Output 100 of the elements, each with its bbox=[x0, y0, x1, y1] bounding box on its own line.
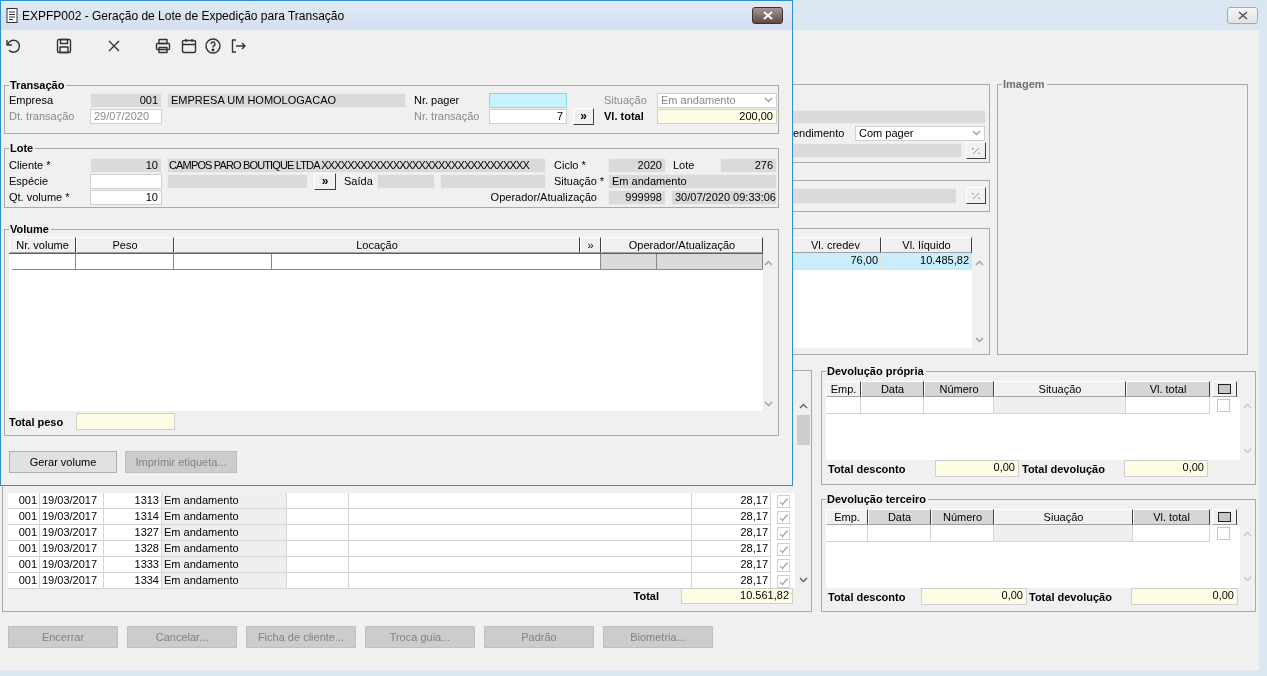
checkbox[interactable] bbox=[776, 574, 790, 588]
check-icon bbox=[777, 495, 789, 507]
table-cell: Em andamento bbox=[162, 493, 287, 509]
field-label: Qt. volume * bbox=[9, 191, 71, 203]
text-field[interactable] bbox=[76, 413, 175, 430]
chevron-up-icon bbox=[764, 260, 773, 266]
printer-icon[interactable] bbox=[154, 37, 172, 55]
text-field[interactable]: 0,00 bbox=[921, 588, 1027, 605]
column-header[interactable]: » bbox=[580, 237, 601, 253]
checkbox[interactable] bbox=[776, 542, 790, 556]
select-all-button[interactable] bbox=[1212, 381, 1237, 397]
column-header[interactable]: Siuação bbox=[994, 509, 1133, 525]
table-cell[interactable] bbox=[12, 254, 76, 270]
table-cell: 10.485,82 bbox=[881, 253, 972, 270]
table-cell: 001 bbox=[8, 573, 40, 589]
checkbox[interactable] bbox=[776, 494, 790, 508]
checkbox[interactable] bbox=[1217, 527, 1230, 540]
check-icon bbox=[777, 559, 789, 571]
checkbox[interactable] bbox=[1217, 399, 1230, 412]
field-label: Ciclo * bbox=[554, 159, 587, 171]
group-title: Devolução própria bbox=[827, 365, 924, 377]
field-label: Total devolução bbox=[1022, 462, 1106, 475]
help-icon[interactable] bbox=[204, 37, 222, 55]
table-cell: Em andamento bbox=[162, 541, 287, 557]
checkbox[interactable] bbox=[776, 510, 790, 524]
field-label: Total desconto bbox=[827, 590, 907, 603]
dropdown[interactable]: Com pager bbox=[855, 125, 985, 141]
table-cell: 19/03/2017 bbox=[40, 573, 104, 589]
lookup-button[interactable] bbox=[966, 187, 986, 204]
slash-dots-icon bbox=[971, 191, 981, 200]
group-title: Imagem bbox=[1003, 78, 1045, 90]
close-button[interactable] bbox=[752, 7, 783, 24]
close-button[interactable] bbox=[1227, 6, 1258, 24]
text-field[interactable]: 0,00 bbox=[1124, 460, 1208, 477]
table-cell bbox=[287, 573, 349, 589]
table-cell[interactable] bbox=[601, 254, 657, 270]
column-header[interactable]: Vl. total bbox=[1133, 509, 1210, 525]
text-field[interactable]: 10.561,82 bbox=[681, 588, 793, 604]
column-header[interactable]: Emp. bbox=[826, 381, 861, 397]
column-header[interactable]: Data bbox=[868, 509, 931, 525]
column-header[interactable]: Nr. volume bbox=[9, 237, 76, 253]
table-cell: Em andamento bbox=[162, 557, 287, 573]
text-field[interactable] bbox=[489, 92, 567, 108]
text-field[interactable]: 999998 bbox=[608, 189, 666, 205]
chevron-up-icon bbox=[974, 260, 984, 266]
check-icon bbox=[777, 527, 789, 539]
field-label: Operador/Atualização bbox=[489, 191, 598, 203]
column-header[interactable]: Vl. total bbox=[1126, 381, 1210, 397]
field-label: Cliente * bbox=[9, 159, 52, 171]
text-field[interactable]: 30/07/2020 09:33:06 bbox=[671, 189, 777, 205]
table-row[interactable]: 76,00 10.485,82 bbox=[790, 253, 972, 270]
calendar-icon[interactable] bbox=[180, 37, 198, 55]
square-icon bbox=[1218, 384, 1231, 394]
column-header[interactable]: Operador/Atualização bbox=[601, 237, 763, 253]
text-field[interactable]: 10 bbox=[90, 157, 162, 173]
square-icon bbox=[1218, 512, 1231, 522]
lookup-button[interactable] bbox=[966, 142, 986, 159]
text-field[interactable]: CAMPOS PARO BOUTIQUE LTDA XXXXXXXXXXXXXXXXXXXXXXXXXXXXXXXX bbox=[167, 157, 546, 173]
close-icon bbox=[1237, 10, 1248, 20]
table-cell: Em andamento bbox=[162, 509, 287, 525]
select-all-button[interactable] bbox=[1212, 509, 1237, 525]
text-field[interactable]: 0,00 bbox=[935, 460, 1019, 477]
column-header[interactable]: Número bbox=[924, 381, 994, 397]
column-header[interactable]: Situação bbox=[994, 381, 1126, 397]
text-field[interactable] bbox=[90, 173, 162, 189]
text-field[interactable]: 001 bbox=[90, 92, 162, 108]
table-cell[interactable] bbox=[76, 254, 174, 270]
text-field[interactable]: 2020 bbox=[608, 157, 666, 173]
scrollbar-thumb[interactable] bbox=[797, 415, 810, 445]
column-header[interactable]: Número bbox=[931, 509, 994, 525]
checkbox[interactable] bbox=[776, 558, 790, 572]
text-field[interactable]: 276 bbox=[720, 157, 777, 173]
field-label: Nr. transação bbox=[414, 110, 481, 122]
chevron-down-icon bbox=[799, 577, 808, 583]
field-label: Saída bbox=[344, 175, 374, 187]
column-header[interactable]: Peso bbox=[76, 237, 174, 253]
table-cell[interactable] bbox=[272, 254, 601, 270]
chevron-down-icon bbox=[1242, 576, 1252, 582]
checkbox[interactable] bbox=[776, 526, 790, 540]
exit-icon[interactable] bbox=[229, 37, 247, 55]
table-cell[interactable] bbox=[657, 254, 763, 270]
field-label: Situação bbox=[604, 94, 648, 106]
close-icon bbox=[762, 11, 773, 20]
table-cell[interactable] bbox=[174, 254, 272, 270]
text-field[interactable]: Em andamento bbox=[608, 173, 777, 189]
column-header[interactable]: Vl. credev bbox=[790, 237, 881, 253]
column-header[interactable]: Vl. líquido bbox=[881, 237, 972, 253]
group-title: Volume bbox=[10, 223, 49, 235]
text-field[interactable]: 200,00 bbox=[657, 108, 777, 124]
column-header[interactable]: Data bbox=[861, 381, 924, 397]
field-label: Dt. transação bbox=[9, 110, 76, 122]
column-header[interactable]: Emp. bbox=[826, 509, 868, 525]
command-button[interactable]: Gerar volume bbox=[9, 451, 117, 473]
text-field[interactable]: 0,00 bbox=[1131, 588, 1238, 605]
save-icon[interactable] bbox=[55, 37, 73, 55]
text-field[interactable]: 10 bbox=[90, 189, 162, 205]
text-field[interactable]: EMPRESA UM HOMOLOGACAO bbox=[167, 92, 406, 108]
undo-icon[interactable] bbox=[4, 37, 22, 55]
field-label: Empresa bbox=[9, 94, 55, 106]
column-header[interactable]: Locação bbox=[174, 237, 580, 253]
